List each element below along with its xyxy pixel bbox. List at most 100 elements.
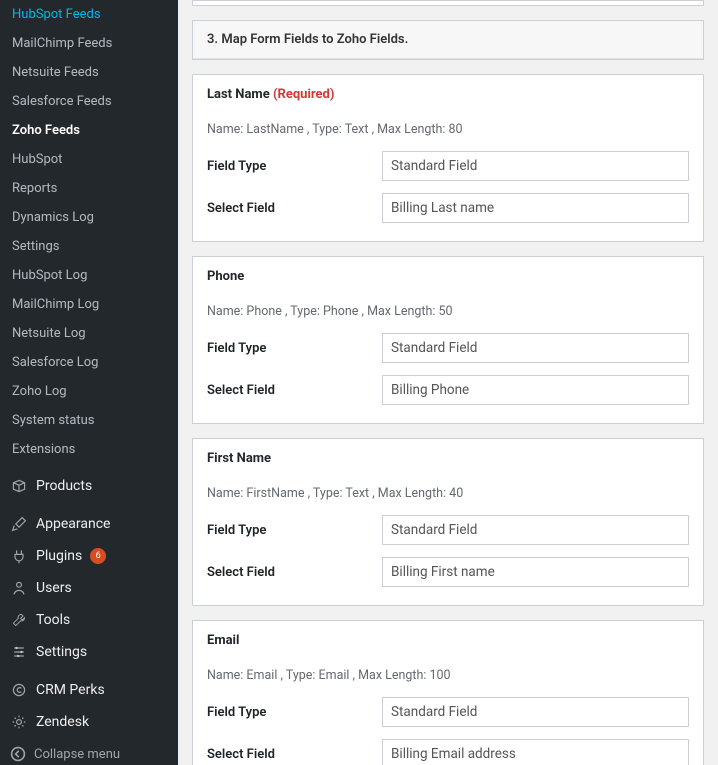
sidebar-main-label: Plugins bbox=[36, 548, 82, 564]
sidebar-item-label: Salesforce Log bbox=[12, 355, 98, 370]
sidebar-main-label: Zendesk bbox=[36, 714, 89, 730]
sidebar-main-users[interactable]: Users bbox=[0, 572, 178, 604]
field-type-select[interactable]: Standard Field bbox=[382, 151, 689, 181]
sidebar-main-label: Appearance bbox=[36, 516, 110, 532]
select-field-label: Select Field bbox=[207, 565, 382, 580]
field-mapping-panel: Last Name (Required) Name: LastName , Typ… bbox=[192, 74, 704, 242]
sidebar-item-salesforce-feeds[interactable]: Salesforce Feeds bbox=[0, 87, 178, 116]
field-type-label: Field Type bbox=[207, 341, 382, 356]
field-mapping-panel: Phone Name: Phone , Type: Phone , Max Le… bbox=[192, 256, 704, 424]
sidebar-main-plugins[interactable]: Plugins 6 bbox=[0, 540, 178, 572]
select-field-row: Select FieldBilling Email address bbox=[193, 733, 703, 765]
field-meta: Name: LastName , Type: Text , Max Length… bbox=[193, 120, 703, 145]
sidebar-item-system-status[interactable]: System status bbox=[0, 406, 178, 435]
sidebar-item-label: Settings bbox=[12, 239, 59, 254]
sidebar-item-netsuite-feeds[interactable]: Netsuite Feeds bbox=[0, 58, 178, 87]
select-field-label: Select Field bbox=[207, 201, 382, 216]
select-field-select[interactable]: Billing Email address bbox=[382, 739, 689, 765]
field-meta: Name: Email , Type: Email , Max Length: … bbox=[193, 666, 703, 691]
field-type-label: Field Type bbox=[207, 523, 382, 538]
select-field-select[interactable]: Billing First name bbox=[382, 557, 689, 587]
sidebar-main-appearance[interactable]: Appearance bbox=[0, 508, 178, 540]
field-type-row: Field TypeStandard Field bbox=[193, 509, 703, 551]
field-type-select[interactable]: Standard Field bbox=[382, 333, 689, 363]
field-title: Email bbox=[193, 621, 703, 654]
sidebar-main-label: Tools bbox=[36, 612, 70, 628]
sidebar-item-label: Netsuite Log bbox=[12, 326, 86, 341]
collapse-menu[interactable]: Collapse menu bbox=[0, 738, 178, 765]
select-field-row: Select FieldBilling First name bbox=[193, 551, 703, 593]
field-type-row: Field TypeStandard Field bbox=[193, 327, 703, 369]
sliders-icon bbox=[10, 644, 28, 660]
sidebar-item-zoho-feeds[interactable]: Zoho Feeds bbox=[0, 116, 178, 145]
field-title: First Name bbox=[193, 439, 703, 472]
field-type-label: Field Type bbox=[207, 159, 382, 174]
sidebar-main-label: Products bbox=[36, 478, 92, 494]
sidebar-main-label: Users bbox=[36, 580, 72, 596]
field-mapping-panel: First Name Name: FirstName , Type: Text … bbox=[192, 438, 704, 606]
select-field-row: Select FieldBilling Last name bbox=[193, 187, 703, 229]
select-field-select[interactable]: Billing Phone bbox=[382, 375, 689, 405]
sidebar-item-settings[interactable]: Settings bbox=[0, 232, 178, 261]
sidebar-item-dynamics-log[interactable]: Dynamics Log bbox=[0, 203, 178, 232]
sidebar-main-label: Settings bbox=[36, 644, 87, 660]
collapse-icon bbox=[10, 746, 26, 762]
field-type-select[interactable]: Standard Field bbox=[382, 515, 689, 545]
sidebar-item-salesforce-log[interactable]: Salesforce Log bbox=[0, 348, 178, 377]
sidebar-item-label: HubSpot Log bbox=[12, 268, 87, 283]
required-label: (Required) bbox=[273, 87, 335, 102]
sidebar-item-mailchimp-log[interactable]: MailChimp Log bbox=[0, 290, 178, 319]
sidebar-item-label: MailChimp Feeds bbox=[12, 36, 112, 51]
sidebar-item-extensions[interactable]: Extensions bbox=[0, 435, 178, 464]
gear-icon bbox=[10, 714, 28, 730]
select-field-select[interactable]: Billing Last name bbox=[382, 193, 689, 223]
sidebar-item-label: Dynamics Log bbox=[12, 210, 94, 225]
field-title: Last Name (Required) bbox=[193, 75, 703, 108]
sidebar-main-settings-main[interactable]: Settings bbox=[0, 636, 178, 668]
sidebar-item-label: MailChimp Log bbox=[12, 297, 99, 312]
user-icon bbox=[10, 580, 28, 596]
sidebar-item-mailchimp-feeds[interactable]: MailChimp Feeds bbox=[0, 29, 178, 58]
field-meta: Name: FirstName , Type: Text , Max Lengt… bbox=[193, 484, 703, 509]
sidebar-item-hubspot-feeds[interactable]: HubSpot Feeds bbox=[0, 0, 178, 29]
sidebar-item-label: Zoho Feeds bbox=[12, 123, 80, 138]
select-field-row: Select FieldBilling Phone bbox=[193, 369, 703, 411]
collapse-label: Collapse menu bbox=[34, 747, 120, 762]
sidebar-main-products[interactable]: Products bbox=[0, 470, 178, 502]
sidebar-item-label: System status bbox=[12, 413, 95, 428]
top-border-strip bbox=[192, 0, 704, 6]
field-type-row: Field TypeStandard Field bbox=[193, 691, 703, 733]
sidebar-item-reports[interactable]: Reports bbox=[0, 174, 178, 203]
box-icon bbox=[10, 478, 28, 494]
sidebar-item-label: Reports bbox=[12, 181, 57, 196]
plug-icon bbox=[10, 548, 28, 564]
sidebar-item-label: HubSpot Feeds bbox=[12, 7, 101, 22]
field-title-text: Last Name bbox=[207, 87, 273, 102]
sidebar-item-hubspot[interactable]: HubSpot bbox=[0, 145, 178, 174]
crm-icon bbox=[10, 682, 28, 698]
wrench-icon bbox=[10, 612, 28, 628]
field-type-label: Field Type bbox=[207, 705, 382, 720]
field-type-select[interactable]: Standard Field bbox=[382, 697, 689, 727]
sidebar-main-zendesk[interactable]: Zendesk bbox=[0, 706, 178, 738]
section-heading: 3. Map Form Fields to Zoho Fields. bbox=[193, 21, 703, 59]
header-panel: 3. Map Form Fields to Zoho Fields. bbox=[192, 20, 704, 60]
field-title: Phone bbox=[193, 257, 703, 290]
field-title-text: Phone bbox=[207, 269, 244, 284]
select-field-label: Select Field bbox=[207, 383, 382, 398]
admin-sidebar: HubSpot Feeds MailChimp Feeds Netsuite Fee… bbox=[0, 0, 178, 765]
sidebar-main-crm-perks[interactable]: CRM Perks bbox=[0, 674, 178, 706]
field-title-text: Email bbox=[207, 633, 239, 648]
sidebar-item-zoho-log[interactable]: Zoho Log bbox=[0, 377, 178, 406]
sidebar-item-label: Salesforce Feeds bbox=[12, 94, 112, 109]
sidebar-item-label: Extensions bbox=[12, 442, 75, 457]
field-meta: Name: Phone , Type: Phone , Max Length: … bbox=[193, 302, 703, 327]
sidebar-main-tools[interactable]: Tools bbox=[0, 604, 178, 636]
update-badge: 6 bbox=[90, 548, 106, 564]
sidebar-item-hubspot-log[interactable]: HubSpot Log bbox=[0, 261, 178, 290]
sidebar-item-label: HubSpot bbox=[12, 152, 62, 167]
sidebar-item-netsuite-log[interactable]: Netsuite Log bbox=[0, 319, 178, 348]
main-content: 3. Map Form Fields to Zoho Fields. Last … bbox=[178, 0, 718, 765]
sidebar-item-label: Netsuite Feeds bbox=[12, 65, 99, 80]
select-field-label: Select Field bbox=[207, 747, 382, 762]
